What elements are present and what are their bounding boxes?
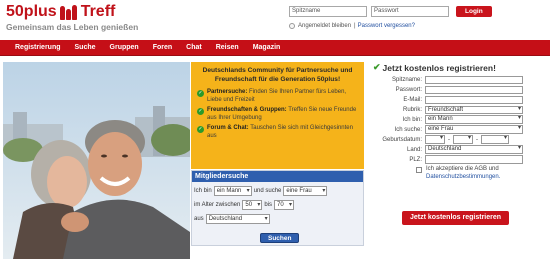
register-label: Rubrik: xyxy=(402,106,422,113)
feature-title: Partnersuche: xyxy=(207,89,248,95)
register-label: PLZ: xyxy=(409,156,422,163)
check-icon: ✓ xyxy=(197,90,204,97)
register-nickname-input[interactable] xyxy=(425,75,523,85)
nav-item-suche[interactable]: Suche xyxy=(75,44,96,51)
privacy-link[interactable]: Datenschutzbestimmungen. xyxy=(426,174,500,180)
register-search-select[interactable]: eine Frau xyxy=(425,125,523,134)
register-rubrik-select[interactable]: Freundschaft xyxy=(425,105,523,114)
login-username-input[interactable]: Spitzname xyxy=(289,6,367,17)
register-label: Spitzname: xyxy=(391,76,422,83)
nav-item-gruppen[interactable]: Gruppen xyxy=(110,44,139,51)
logo-tagline: Gemeinsam das Leben genießen xyxy=(6,22,139,32)
feature-title: Forum & Chat: xyxy=(207,125,249,131)
promo-feature: ✓ Partnersuche: Finden Sie Ihren Partner… xyxy=(197,89,358,104)
remember-radio[interactable] xyxy=(289,23,295,29)
search-ich-bin-label: Ich bin xyxy=(194,188,212,194)
remember-label: Angemeldet bleiben xyxy=(298,23,352,29)
register-label: Passwort: xyxy=(395,86,422,93)
nav-item-reisen[interactable]: Reisen xyxy=(216,44,239,51)
search-gender-select[interactable]: ein Mann xyxy=(213,186,252,196)
nav-item-registrierung[interactable]: Registrierung xyxy=(15,44,61,51)
couple-illustration xyxy=(3,62,190,259)
member-search-title: Mitgliedersuche xyxy=(192,171,363,182)
search-und-suche-label: und suche xyxy=(253,188,282,194)
site-logo[interactable]: 50plus Treff Gemeinsam das Leben genieße… xyxy=(6,3,138,32)
nav-item-chat[interactable]: Chat xyxy=(186,44,202,51)
register-label: Ich suche: xyxy=(394,126,422,133)
login-form: Spitzname Passwort Login Angemeldet blei… xyxy=(289,6,544,29)
search-aus-label: aus xyxy=(194,216,204,222)
search-country-select[interactable]: Deutschland xyxy=(205,214,270,224)
register-label: Geburtsdatum: xyxy=(382,136,422,143)
logo-text-left: 50plus xyxy=(6,3,57,20)
register-country-select[interactable]: Deutschland xyxy=(425,145,523,154)
login-password-input[interactable]: Passwort xyxy=(371,6,449,17)
check-icon: ✓ xyxy=(197,108,204,115)
logo-text-right: Treff xyxy=(80,3,116,20)
login-separator: | xyxy=(354,23,356,29)
register-form: ✔ Jetzt kostenlos registrieren! Spitznam… xyxy=(367,62,547,225)
main-nav: Registrierung Suche Gruppen Foren Chat R… xyxy=(0,40,550,56)
promo-box: Deutschlands Community für Partnersuche … xyxy=(191,62,364,169)
check-icon: ✓ xyxy=(197,126,204,133)
search-age-to-select[interactable]: 70 xyxy=(274,200,295,210)
nav-item-magazin[interactable]: Magazin xyxy=(253,44,281,51)
birth-month-select[interactable] xyxy=(453,135,473,144)
register-label: Ich bin: xyxy=(402,116,422,123)
login-button[interactable]: Login xyxy=(456,6,492,17)
people-logo-icon xyxy=(59,4,78,20)
feature-title: Freundschaften & Gruppen: xyxy=(207,107,287,113)
agb-checkbox[interactable] xyxy=(416,167,422,174)
promo-feature: ✓ Forum & Chat: Tauschen Sie sich mit Gl… xyxy=(197,125,358,140)
agb-text: Ich akzeptiere die AGB und xyxy=(426,166,499,173)
search-target-select[interactable]: eine Frau xyxy=(283,186,328,196)
register-title: Jetzt kostenlos registrieren! xyxy=(382,62,496,73)
check-icon: ✔ xyxy=(373,62,381,72)
search-button[interactable]: Suchen xyxy=(260,233,300,243)
register-submit-button[interactable]: Jetzt kostenlos registrieren xyxy=(402,211,510,225)
register-password-input[interactable] xyxy=(425,85,523,95)
search-age-label: im Alter zwischen xyxy=(194,202,241,208)
promo-headline: Deutschlands Community für Partnersuche … xyxy=(202,67,353,83)
register-label: E-Mail: xyxy=(403,96,422,103)
promo-feature: ✓ Freundschaften & Gruppen: Treffen Sie … xyxy=(197,107,358,122)
register-label: Land: xyxy=(406,146,422,153)
search-bis-label: bis xyxy=(264,202,273,208)
hero-couple-photo xyxy=(3,62,190,259)
nav-item-foren[interactable]: Foren xyxy=(153,44,172,51)
birth-day-select[interactable] xyxy=(425,135,445,144)
register-email-input[interactable] xyxy=(425,95,523,105)
member-search-box: Mitgliedersuche Ich bin ein Mann und suc… xyxy=(191,170,364,246)
register-gender-select[interactable]: ein Mann xyxy=(425,115,523,124)
register-plz-input[interactable] xyxy=(425,155,523,164)
forgot-password-link[interactable]: Passwort vergessen? xyxy=(358,23,415,29)
search-age-from-select[interactable]: 50 xyxy=(242,200,263,210)
birth-year-select[interactable] xyxy=(481,135,509,144)
